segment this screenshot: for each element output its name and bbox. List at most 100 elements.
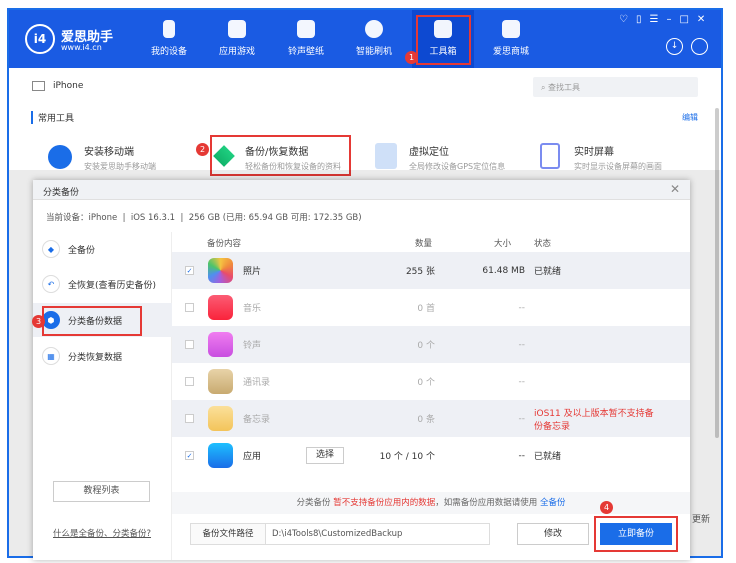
skin-icon[interactable]: ♡ <box>619 14 636 25</box>
tool-live-screen[interactable]: 实时屏幕 实时显示设备屏幕的画面 <box>540 143 662 172</box>
row-name: 照片 <box>243 267 262 277</box>
music-folder-icon <box>297 20 315 38</box>
row-name: 应用 <box>243 452 262 462</box>
row-checkbox[interactable]: ✓ <box>185 451 194 460</box>
tool-title: 安装移动端 <box>84 147 134 158</box>
select-apps-button[interactable]: 选择 <box>306 447 344 464</box>
step-badge: 2 <box>196 143 209 156</box>
step-badge: 4 <box>600 501 613 514</box>
modify-button[interactable]: 修改 <box>517 523 589 545</box>
row-status: 已就绪 <box>534 452 562 462</box>
dialog-titlebar: 分类备份 ✕ <box>33 180 690 200</box>
row-count: 0 个 <box>417 378 435 388</box>
full-backup-link[interactable]: 全备份 <box>540 498 566 508</box>
undo-icon: ↶ <box>42 275 60 293</box>
search-placeholder: 查找工具 <box>548 83 581 92</box>
section-title: 常用工具 <box>31 111 74 124</box>
nav-apps[interactable]: 应用游戏 <box>206 10 268 68</box>
nav-label: 应用游戏 <box>218 47 255 57</box>
ringtone-bell-icon <box>208 332 233 357</box>
tool-virtual-location[interactable]: 虚拟定位 全局修改设备GPS定位信息 <box>375 143 505 172</box>
notice-text: ，如需备份应用数据请使用 <box>435 498 540 508</box>
row-checkbox[interactable] <box>185 377 194 386</box>
table-row: 通讯录 0 个 -- <box>172 363 690 400</box>
sidebar-label: 全备份 <box>68 245 96 256</box>
sidebar-label: 全恢复(查看历史备份) <box>68 280 157 291</box>
music-icon <box>208 295 233 320</box>
tool-title: 实时屏幕 <box>574 147 614 158</box>
edit-link[interactable]: 编辑 <box>682 112 698 123</box>
row-count: 10 个 / 10 个 <box>379 452 435 462</box>
row-name: 备忘录 <box>243 415 271 425</box>
row-count: 0 条 <box>417 415 435 425</box>
nav-ringtones[interactable]: 铃声壁纸 <box>275 10 337 68</box>
tool-title: 虚拟定位 <box>409 147 449 158</box>
row-size: -- <box>518 450 526 461</box>
sidebar-category-restore[interactable]: ▦ 分类恢复数据 <box>33 339 172 373</box>
table-row: 音乐 0 首 -- <box>172 289 690 326</box>
row-checkbox[interactable] <box>185 303 194 312</box>
row-size: -- <box>518 339 526 350</box>
notice-bar: 分类备份 暂不支持备份应用内的数据，如需备份应用数据请使用 全备份 <box>172 492 690 514</box>
row-name: 音乐 <box>243 304 262 314</box>
table-row: 铃声 0 个 -- <box>172 326 690 363</box>
layers-icon: ◆ <box>42 240 60 258</box>
screen-icon <box>540 143 560 169</box>
row-checkbox[interactable] <box>185 414 194 423</box>
mobile-icon[interactable]: ▯ <box>636 14 650 25</box>
column-header: 备份内容 <box>207 239 242 249</box>
minimize-icon[interactable]: – <box>666 14 679 25</box>
row-status: iOS11 及以上版本暂不支持备份备忘录 <box>534 408 654 432</box>
step-badge: 3 <box>32 315 45 328</box>
logo-icon: i4 <box>25 24 55 54</box>
close-icon[interactable]: ✕ <box>670 182 680 196</box>
tutorial-button[interactable]: 教程列表 <box>53 481 150 502</box>
row-count: 255 张 <box>405 267 435 277</box>
row-size: -- <box>518 413 526 424</box>
user-icon[interactable] <box>691 38 708 55</box>
device-name: iPhone <box>53 81 84 91</box>
tool-install-mobile[interactable]: 安装移动端 安装爱思助手移动端 <box>48 143 156 172</box>
row-size: 61.48 MB <box>482 265 525 276</box>
update-text: 更新 <box>692 515 711 525</box>
window-controls[interactable]: ♡▯☰–□✕ <box>619 14 713 25</box>
row-checkbox[interactable]: ✓ <box>185 266 194 275</box>
highlight-toolbox <box>416 15 471 65</box>
row-size: -- <box>518 376 526 387</box>
photos-icon <box>208 258 233 283</box>
notice-warning: 暂不支持备份应用内的数据 <box>333 498 436 508</box>
menu-icon[interactable]: ☰ <box>649 14 666 25</box>
nav-label: 我的设备 <box>150 47 187 57</box>
contacts-icon <box>208 369 233 394</box>
nav-flash[interactable]: 智能刷机 <box>343 10 405 68</box>
table-header: 备份内容 数量 大小 状态 <box>172 232 690 252</box>
grid-icon: ▦ <box>42 347 60 365</box>
nav-store[interactable]: 爱思商城 <box>480 10 542 68</box>
maximize-icon[interactable]: □ <box>679 14 696 25</box>
table-row: ✓ 应用 选择 10 个 / 10 个 -- 已就绪 <box>172 437 690 474</box>
sidebar-full-backup[interactable]: ◆ 全备份 <box>33 232 172 266</box>
path-value[interactable]: D:\i4Tools8\CustomizedBackup <box>266 524 402 544</box>
dialog-title: 分类备份 <box>43 188 80 198</box>
phone-icon <box>163 20 175 38</box>
row-status: 已就绪 <box>534 267 562 277</box>
path-label: 备份文件路径 <box>191 524 266 544</box>
cube-icon <box>228 20 246 38</box>
sidebar-full-restore[interactable]: ↶ 全恢复(查看历史备份) <box>33 267 172 301</box>
nav-my-device[interactable]: 我的设备 <box>138 10 200 68</box>
device-info: 当前设备：iPhone | iOS 16.3.1 | 256 GB (已用: 6… <box>46 213 362 223</box>
map-pin-icon <box>375 143 397 169</box>
notice-text: 分类备份 <box>296 498 334 508</box>
column-header: 数量 <box>415 239 433 249</box>
row-count: 0 首 <box>417 304 435 314</box>
download-icon[interactable]: ↓ <box>666 38 683 55</box>
category-backup-dialog: 分类备份 ✕ 当前设备：iPhone | iOS 16.3.1 | 256 GB… <box>33 180 690 560</box>
monitor-icon <box>32 81 45 91</box>
row-name: 通讯录 <box>243 378 271 388</box>
row-checkbox[interactable] <box>185 340 194 349</box>
nav-label: 铃声壁纸 <box>287 47 324 57</box>
close-icon[interactable]: ✕ <box>697 14 713 25</box>
help-link[interactable]: 什么是全备份、分类备份? <box>53 527 151 539</box>
backup-path-field[interactable]: 备份文件路径 D:\i4Tools8\CustomizedBackup <box>190 523 490 545</box>
search-input[interactable]: ⌕ 查找工具 <box>533 77 698 97</box>
